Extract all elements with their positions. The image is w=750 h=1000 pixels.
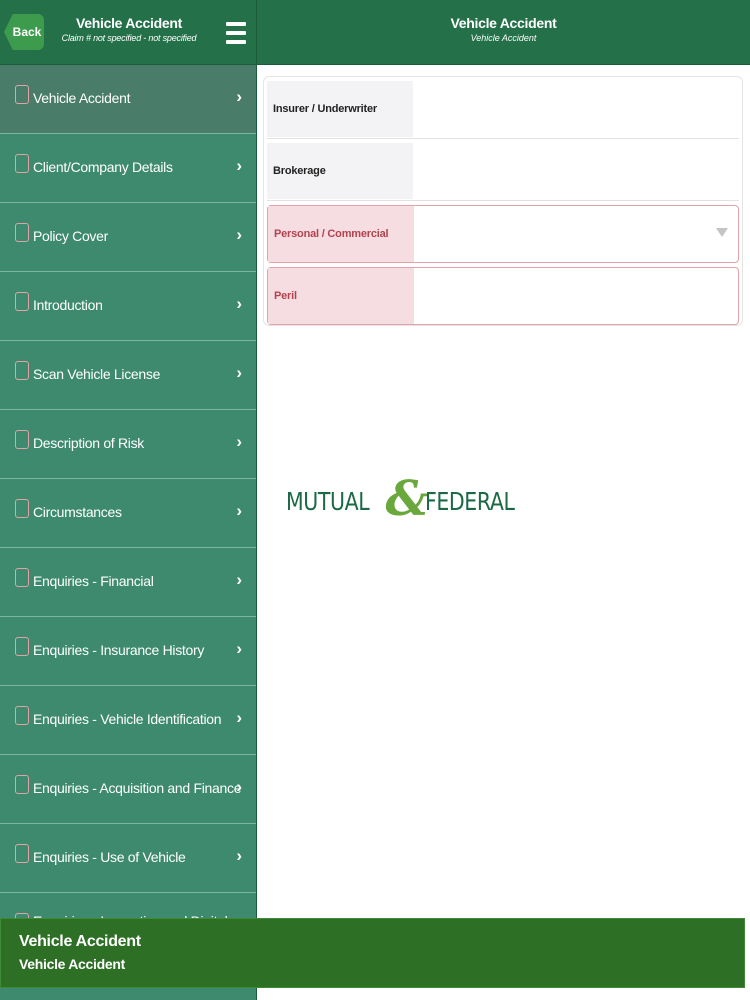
sidebar-item-label: Description of Risk	[33, 435, 145, 451]
chevron-right-icon: ›	[236, 501, 242, 520]
sidebar-item-label: Enquiries - Acquisition and Finance	[33, 780, 242, 796]
checkbox-icon	[15, 85, 29, 104]
peril-label: Peril	[268, 268, 414, 324]
sidebar-item-enquiries-use-of-vehicle[interactable]: Enquiries - Use of Vehicle ›	[0, 824, 256, 893]
checkbox-icon	[15, 223, 29, 242]
logo-ampersand: &	[385, 471, 429, 527]
sidebar-item-label: Policy Cover	[33, 228, 108, 244]
form-row-peril: Peril	[267, 267, 739, 325]
sidebar-item-description-of-risk[interactable]: Description of Risk ›	[0, 410, 256, 479]
chevron-right-icon: ›	[236, 777, 242, 796]
chevron-right-icon: ›	[236, 294, 242, 313]
sidebar-item-enquiries-vehicle-identification[interactable]: Enquiries - Vehicle Identification ›	[0, 686, 256, 755]
chevron-right-icon: ›	[236, 432, 242, 451]
banner-title: Vehicle Accident	[19, 933, 141, 950]
personal-commercial-select[interactable]	[415, 206, 738, 262]
form-row-personal-commercial: Personal / Commercial	[267, 205, 739, 263]
pane-divider	[256, 0, 257, 1000]
banner-subtitle: Vehicle Accident	[19, 956, 125, 972]
chevron-right-icon: ›	[236, 87, 242, 106]
chevron-right-icon: ›	[236, 156, 242, 175]
page-title: Vehicle Accident	[450, 15, 557, 31]
chevron-right-icon: ›	[236, 225, 242, 244]
insurer-label: Insurer / Underwriter	[267, 81, 413, 137]
sidebar-item-label: Enquiries - Use of Vehicle	[33, 849, 186, 865]
sidebar-item-label: Enquiries - Vehicle Identification	[33, 711, 222, 727]
dropdown-arrow-icon[interactable]	[716, 228, 728, 237]
hamburger-menu-icon[interactable]	[226, 22, 246, 44]
sidebar-item-label: Vehicle Accident	[33, 90, 131, 106]
sidebar-subtitle: Claim # not specified - not specified	[61, 33, 197, 43]
sidebar-item-client-company-details[interactable]: Client/Company Details ›	[0, 134, 256, 203]
checkbox-icon	[15, 292, 29, 311]
sidebar-item-enquiries-insurance-history[interactable]: Enquiries - Insurance History ›	[0, 617, 256, 686]
claim-form: Insurer / Underwriter Brokerage Personal…	[263, 76, 743, 326]
bottom-banner: Vehicle Accident Vehicle Accident	[0, 918, 745, 988]
insurer-field[interactable]	[414, 81, 739, 137]
sidebar-item-vehicle-accident[interactable]: Vehicle Accident ›	[0, 65, 256, 134]
sidebar-item-label: Circumstances	[33, 504, 122, 520]
sidebar-item-policy-cover[interactable]: Policy Cover ›	[0, 203, 256, 272]
sidebar-title-block: Vehicle Accident Claim # not specified -…	[50, 14, 208, 44]
sidebar-item-enquiries-financial[interactable]: Enquiries - Financial ›	[0, 548, 256, 617]
personal-commercial-label: Personal / Commercial	[268, 206, 414, 262]
chevron-right-icon: ›	[236, 708, 242, 727]
brokerage-field[interactable]	[414, 143, 739, 199]
checkbox-icon	[15, 499, 29, 518]
form-row-brokerage: Brokerage	[267, 143, 739, 201]
chevron-right-icon: ›	[236, 570, 242, 589]
main-header: Vehicle Accident Vehicle Accident	[257, 0, 750, 65]
sidebar-header: Back Vehicle Accident Claim # not specif…	[0, 0, 256, 65]
sidebar-item-label: Enquiries - Insurance History	[33, 642, 205, 658]
checkbox-icon	[15, 844, 29, 863]
checkbox-icon	[15, 706, 29, 725]
sidebar-item-label: Enquiries - Financial	[33, 573, 154, 589]
checkbox-icon	[15, 568, 29, 587]
sidebar-item-enquiries-acquisition-and-finance[interactable]: Enquiries - Acquisition and Finance ›	[0, 755, 256, 824]
logo-word-mutual: MUTUAL	[286, 486, 370, 516]
form-row-insurer: Insurer / Underwriter	[267, 81, 739, 139]
sidebar-item-label: Scan Vehicle License	[33, 366, 161, 382]
chevron-right-icon: ›	[236, 363, 242, 382]
chevron-right-icon: ›	[236, 639, 242, 658]
back-button[interactable]: Back	[4, 14, 44, 50]
checkbox-icon	[15, 154, 29, 173]
sidebar-item-label: Client/Company Details	[33, 159, 173, 175]
sidebar-title: Vehicle Accident	[76, 15, 182, 31]
checkbox-icon	[15, 775, 29, 794]
sidebar: Back Vehicle Accident Claim # not specif…	[0, 0, 256, 1000]
checkbox-icon	[15, 430, 29, 449]
checkbox-icon	[15, 637, 29, 656]
peril-field[interactable]	[415, 268, 738, 324]
sidebar-item-circumstances[interactable]: Circumstances ›	[0, 479, 256, 548]
section-list: Vehicle Accident › Client/Company Detail…	[0, 65, 256, 962]
chevron-right-icon: ›	[236, 846, 242, 865]
mutual-federal-logo: MUTUAL & FEDERAL	[286, 471, 534, 527]
page-subtitle: Vehicle Accident	[470, 33, 537, 43]
sidebar-item-introduction[interactable]: Introduction ›	[0, 272, 256, 341]
sidebar-item-scan-vehicle-license[interactable]: Scan Vehicle License ›	[0, 341, 256, 410]
brokerage-label: Brokerage	[267, 143, 413, 199]
checkbox-icon	[15, 361, 29, 380]
sidebar-item-label: Introduction	[33, 297, 103, 313]
logo-word-federal: FEDERAL	[425, 486, 515, 516]
